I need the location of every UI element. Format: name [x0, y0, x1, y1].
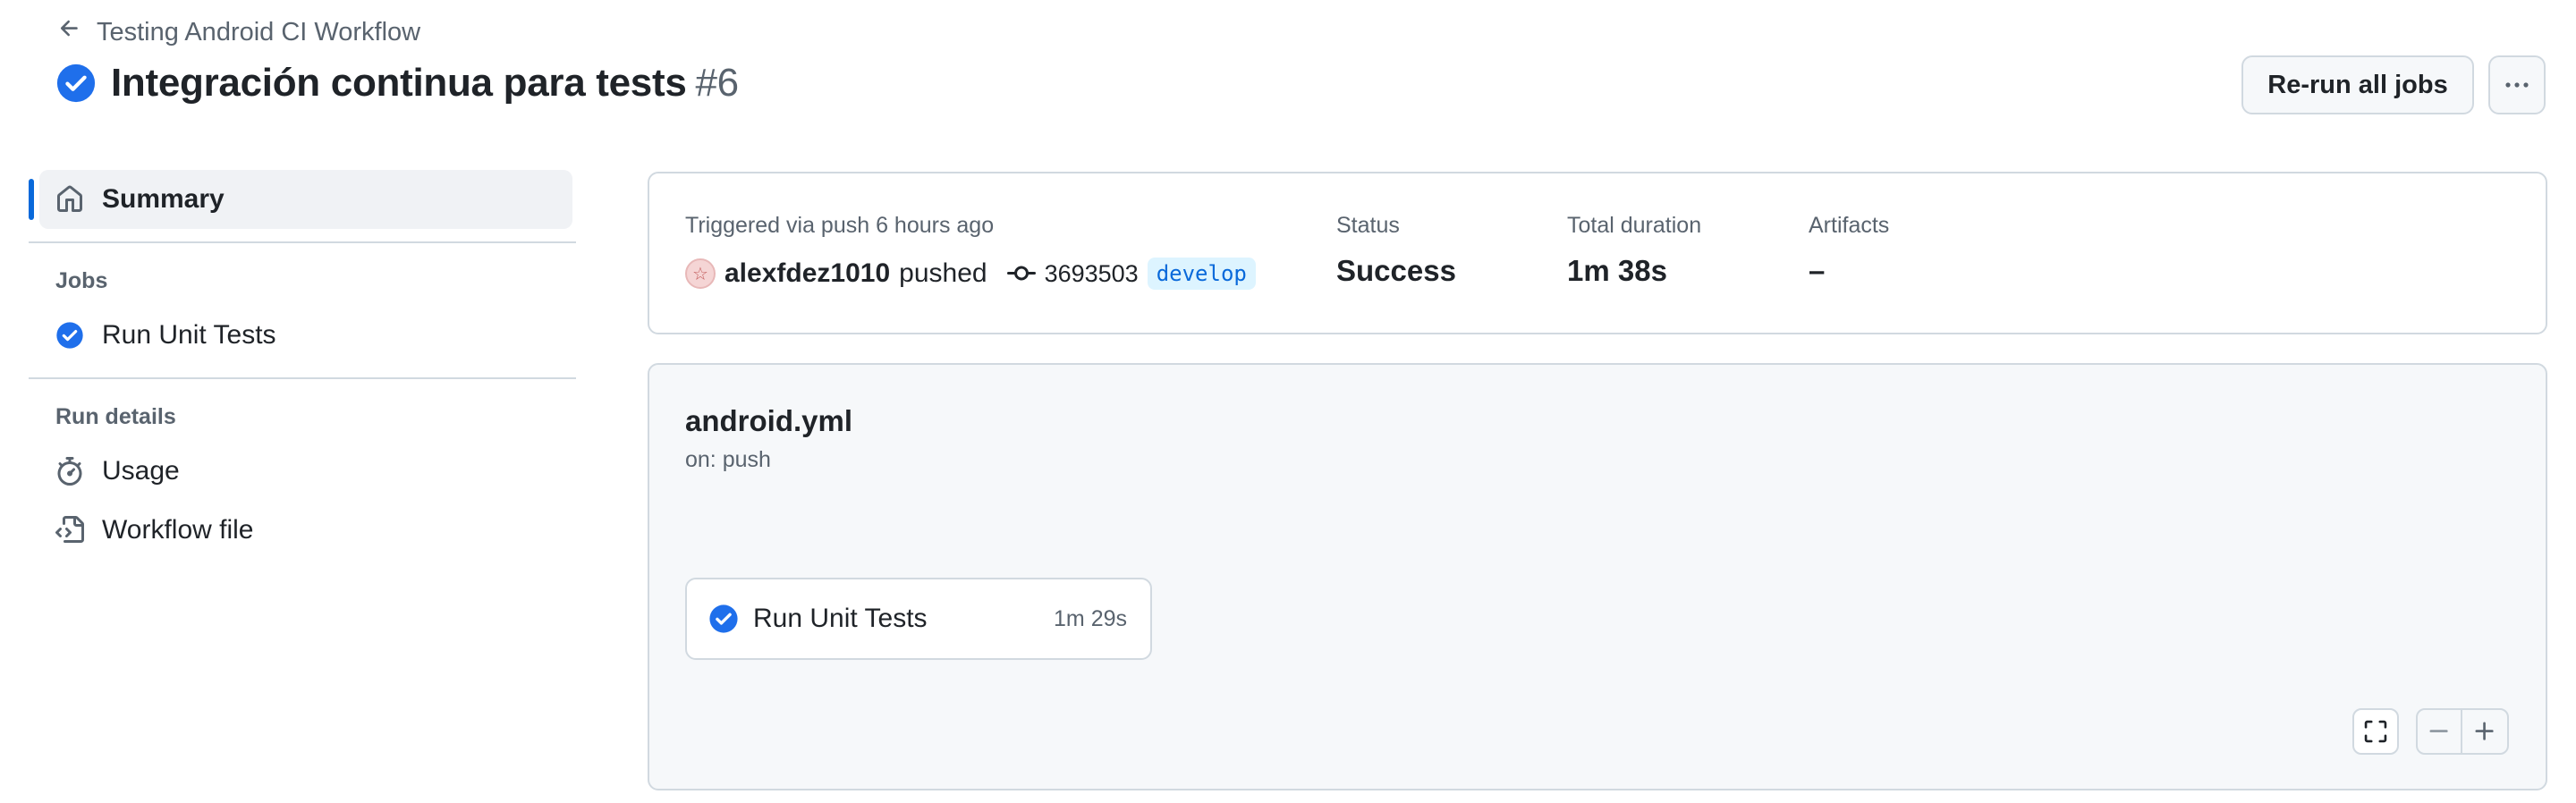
sidebar-item-run-unit-tests[interactable]: Run Unit Tests	[29, 306, 576, 365]
workflow-file-name: android.yml	[685, 404, 853, 437]
page-title: Integración continua para tests #6	[111, 61, 739, 106]
rerun-all-jobs-button[interactable]: Re-run all jobs	[2241, 55, 2474, 114]
sidebar-item-workflow-file[interactable]: Workflow file	[29, 501, 576, 560]
check-circle-icon	[56, 322, 83, 349]
check-circle-icon	[56, 63, 96, 103]
sidebar-item-label: Summary	[102, 184, 225, 214]
sidebar: Summary Jobs Run Unit Tests Run details …	[29, 170, 576, 560]
artifacts-value: –	[1809, 254, 1826, 287]
run-number: #6	[695, 61, 740, 105]
duration-label: Total duration	[1567, 213, 1702, 238]
kebab-horizontal-icon	[2505, 82, 2529, 88]
back-link[interactable]: Testing Android CI Workflow	[57, 16, 420, 48]
workflow-trigger: on: push	[685, 447, 771, 472]
dash-icon	[2429, 730, 2448, 732]
run-summary-card: Triggered via push 6 hours ago ☆ alexfde…	[648, 172, 2547, 334]
sidebar-divider	[29, 241, 576, 243]
sidebar-item-label: Usage	[102, 456, 180, 486]
more-options-button[interactable]	[2488, 55, 2546, 114]
sidebar-item-usage[interactable]: Usage	[29, 442, 576, 501]
zoom-in-button[interactable]	[2462, 710, 2507, 753]
stopwatch-icon	[57, 457, 82, 486]
sidebar-item-label: Run Unit Tests	[102, 320, 276, 350]
job-duration: 1m 29s	[1054, 605, 1127, 631]
zoom-controls	[2416, 708, 2509, 755]
avatar[interactable]: ☆	[685, 258, 716, 289]
run-title-row: Integración continua para tests #6	[55, 61, 739, 106]
job-node-run-unit-tests[interactable]: Run Unit Tests 1m 29s	[685, 578, 1152, 660]
plus-icon	[2475, 722, 2494, 740]
check-circle-icon	[709, 604, 738, 633]
run-details-heading: Run details	[55, 403, 176, 429]
fullscreen-button[interactable]	[2352, 708, 2399, 755]
status-label: Status	[1336, 213, 1400, 238]
arrow-left-icon	[57, 16, 82, 48]
zoom-out-button[interactable]	[2418, 710, 2462, 753]
sidebar-divider	[29, 377, 576, 379]
actor-link[interactable]: alexfdez1010	[724, 258, 890, 289]
trigger-details: ☆ alexfdez1010 pushed 3693503 develop	[685, 254, 1256, 293]
sidebar-item-summary[interactable]: Summary	[29, 170, 572, 229]
sidebar-item-label: Workflow file	[102, 515, 254, 545]
artifacts-label: Artifacts	[1809, 213, 1890, 238]
run-title-text: Integración continua para tests	[111, 61, 687, 105]
branch-label[interactable]: develop	[1147, 258, 1256, 290]
job-name: Run Unit Tests	[753, 604, 928, 633]
status-value: Success	[1336, 254, 1456, 287]
screen-full-icon	[2364, 720, 2387, 743]
git-commit-icon	[1006, 266, 1036, 281]
home-icon	[57, 185, 82, 212]
commit-sha-link[interactable]: 3693503	[1045, 260, 1139, 288]
active-indicator	[29, 179, 34, 220]
back-link-label: Testing Android CI Workflow	[97, 17, 421, 46]
file-code-icon	[55, 516, 84, 543]
action-text: pushed	[899, 258, 987, 288]
workflow-graph: android.yml on: push Run Unit Tests 1m 2…	[648, 363, 2547, 790]
jobs-heading: Jobs	[55, 267, 108, 293]
duration-value: 1m 38s	[1567, 254, 1667, 287]
trigger-text: Triggered via push 6 hours ago	[685, 213, 995, 238]
